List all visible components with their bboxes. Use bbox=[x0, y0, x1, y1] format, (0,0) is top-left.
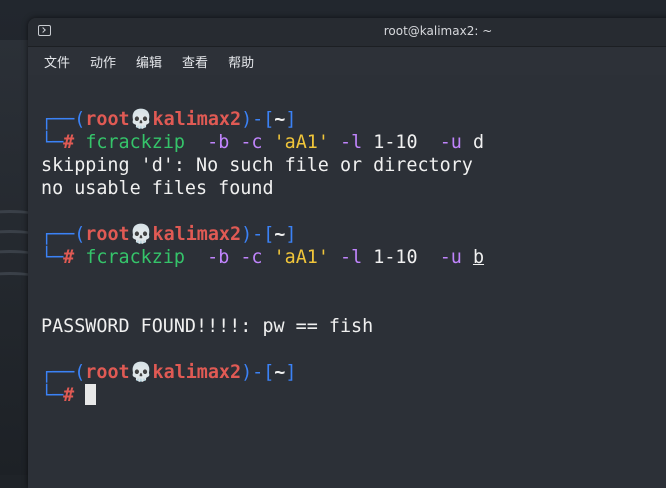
output-line: PASSWORD FOUND!!!!: pw == fish bbox=[41, 316, 374, 337]
command-file: b bbox=[472, 247, 485, 268]
skull-icon: 💀 bbox=[129, 362, 153, 383]
prompt-hash: # bbox=[63, 132, 75, 153]
command-line: └─# bbox=[41, 384, 666, 407]
prompt-corner: └─ bbox=[41, 132, 64, 153]
prompt-corner: ┌──( bbox=[41, 224, 86, 245]
command-program: fcrackzip bbox=[85, 132, 185, 153]
prompt-user: root bbox=[85, 224, 130, 245]
prompt-separator: )-[ bbox=[241, 224, 275, 245]
prompt-line: ┌──(root💀kalimax2)-[~] bbox=[41, 223, 666, 246]
prompt-bracket: ] bbox=[285, 109, 297, 130]
prompt-bracket: ] bbox=[285, 224, 297, 245]
prompt-directory: ~ bbox=[274, 362, 286, 383]
prompt-corner: ┌──( bbox=[41, 362, 86, 383]
command-charset: 'aA1' bbox=[273, 132, 329, 153]
prompt-hash: # bbox=[63, 247, 75, 268]
menu-view[interactable]: 查看 bbox=[182, 52, 208, 71]
prompt-separator: )-[ bbox=[241, 109, 275, 130]
prompt-bracket: ] bbox=[285, 362, 297, 383]
menu-actions[interactable]: 动作 bbox=[90, 52, 116, 71]
terminal-window[interactable]: root@kalimax2: ~ 文件 动作 编辑 查看 帮助 ┌──(root… bbox=[28, 18, 666, 488]
command-file: d bbox=[472, 132, 485, 153]
prompt-corner: └─ bbox=[41, 385, 64, 406]
prompt-directory: ~ bbox=[274, 109, 286, 130]
output-line: no usable files found bbox=[41, 178, 274, 199]
prompt-corner: └─ bbox=[41, 247, 64, 268]
prompt-line: ┌──(root💀kalimax2)-[~] bbox=[41, 108, 666, 131]
command-line: └─# fcrackzip -b -c 'aA1' -l 1-10 -u d bbox=[41, 131, 666, 154]
menu-file[interactable]: 文件 bbox=[44, 52, 70, 71]
terminal-output[interactable]: ┌──(root💀kalimax2)-[~] └─# fcrackzip -b -… bbox=[28, 75, 666, 488]
menu-help[interactable]: 帮助 bbox=[228, 52, 254, 71]
desktop-wallpaper-strip bbox=[0, 40, 40, 475]
prompt-hash: # bbox=[63, 385, 75, 406]
prompt-host: kalimax2 bbox=[152, 362, 242, 383]
command-flag: -c bbox=[240, 132, 263, 153]
skull-icon: 💀 bbox=[129, 224, 153, 245]
prompt-host: kalimax2 bbox=[152, 109, 242, 130]
skull-icon: 💀 bbox=[129, 109, 153, 130]
command-charset: 'aA1' bbox=[273, 247, 329, 268]
command-length: 1-10 bbox=[373, 132, 418, 153]
command-flag: -b bbox=[207, 247, 230, 268]
command-flag: -c bbox=[240, 247, 263, 268]
command-flag: -u bbox=[439, 132, 462, 153]
command-flag: -l bbox=[340, 247, 363, 268]
menu-bar: 文件 动作 编辑 查看 帮助 bbox=[28, 47, 666, 75]
prompt-host: kalimax2 bbox=[152, 224, 242, 245]
command-flag: -u bbox=[439, 247, 462, 268]
prompt-user: root bbox=[85, 109, 130, 130]
prompt-user: root bbox=[85, 362, 130, 383]
prompt-directory: ~ bbox=[274, 224, 286, 245]
command-program: fcrackzip bbox=[85, 247, 185, 268]
prompt-corner: ┌──( bbox=[41, 109, 86, 130]
command-flag: -l bbox=[340, 132, 363, 153]
output-line: skipping 'd': No such file or directory bbox=[41, 155, 473, 176]
command-line: └─# fcrackzip -b -c 'aA1' -l 1-10 -u b bbox=[41, 246, 666, 269]
prompt-line: ┌──(root💀kalimax2)-[~] bbox=[41, 361, 666, 384]
menu-edit[interactable]: 编辑 bbox=[136, 52, 162, 71]
text-cursor[interactable] bbox=[85, 384, 97, 405]
window-title: root@kalimax2: ~ bbox=[383, 24, 493, 38]
command-length: 1-10 bbox=[373, 247, 418, 268]
prompt-separator: )-[ bbox=[241, 362, 275, 383]
title-bar[interactable]: root@kalimax2: ~ bbox=[28, 18, 666, 47]
command-flag: -b bbox=[207, 132, 230, 153]
